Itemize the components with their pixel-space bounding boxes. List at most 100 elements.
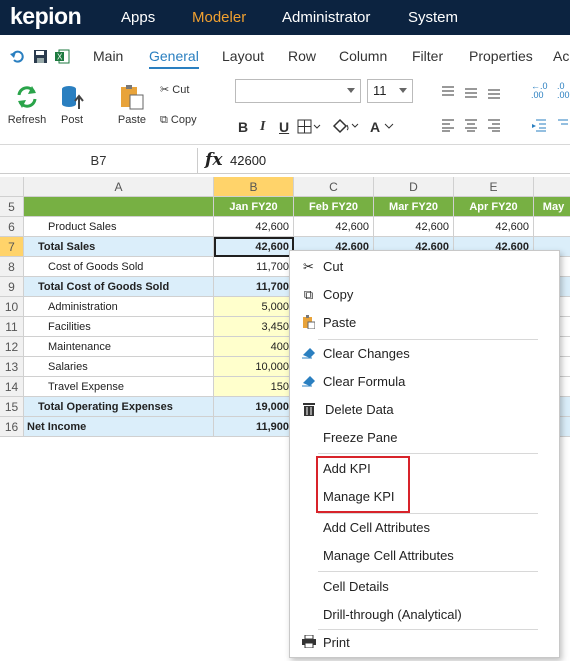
row-header[interactable]: 9 — [0, 277, 24, 297]
data-cell[interactable] — [534, 217, 570, 237]
font-name-select[interactable] — [235, 79, 361, 103]
row-label[interactable]: Cost of Goods Sold — [24, 257, 214, 277]
row-header[interactable]: 6 — [0, 217, 24, 237]
row-label[interactable]: Product Sales — [24, 217, 214, 237]
column-header[interactable]: D — [374, 177, 454, 197]
row-label[interactable]: Net Income — [24, 417, 214, 437]
period-header-cell[interactable]: May — [534, 197, 570, 217]
period-header-cell[interactable]: Apr FY20 — [454, 197, 534, 217]
horizontal-align-icons[interactable] — [440, 118, 520, 132]
select-all-corner[interactable] — [0, 177, 24, 197]
period-header-cell[interactable]: Jan FY20 — [214, 197, 294, 217]
menu-divider — [318, 571, 538, 572]
data-cell[interactable]: 42,600 — [294, 217, 374, 237]
save-icon[interactable] — [33, 49, 48, 64]
menu-item-delete-data[interactable]: Delete Data — [290, 397, 559, 423]
menu-item-cell-details[interactable]: Cell Details — [290, 574, 559, 600]
data-cell[interactable]: 150 — [214, 377, 294, 397]
column-header[interactable]: A — [24, 177, 214, 197]
tab-column[interactable]: Column — [339, 48, 387, 64]
row-header[interactable]: 13 — [0, 357, 24, 377]
row-label[interactable]: Facilities — [24, 317, 214, 337]
menu-item-print[interactable]: Print — [290, 630, 559, 656]
menu-item-manage-cell-attributes[interactable]: Manage Cell Attributes — [290, 543, 559, 569]
tab-layout[interactable]: Layout — [222, 48, 264, 64]
data-cell[interactable]: 42,600 — [374, 217, 454, 237]
nav-modeler[interactable]: Modeler — [192, 9, 246, 26]
menu-item-copy[interactable]: ⧉ Copy — [290, 282, 559, 308]
column-header[interactable]: E — [454, 177, 534, 197]
increase-decimal-button[interactable]: ←.0.00 — [531, 82, 548, 100]
nav-system[interactable]: System — [408, 9, 458, 26]
row-header[interactable]: 11 — [0, 317, 24, 337]
refresh-button[interactable]: Refresh — [6, 83, 48, 126]
cut-button[interactable]: ✂ Cut — [160, 83, 189, 96]
menu-item-freeze-pane[interactable]: Freeze Pane — [290, 425, 559, 451]
row-label[interactable]: Total Cost of Goods Sold — [24, 277, 214, 297]
tab-row[interactable]: Row — [288, 48, 316, 64]
paste-button[interactable]: Paste — [115, 83, 149, 126]
copy-button[interactable]: ⧉ Copy — [160, 114, 197, 127]
data-cell[interactable]: 5,000 — [214, 297, 294, 317]
row-header[interactable]: 12 — [0, 337, 24, 357]
data-cell[interactable]: 19,000 — [214, 397, 294, 417]
italic-button[interactable]: I — [260, 119, 265, 135]
nav-administrator[interactable]: Administrator — [282, 9, 370, 26]
tab-properties[interactable]: Properties — [469, 48, 533, 64]
chevron-down-icon[interactable] — [384, 122, 394, 130]
excel-icon[interactable]: X — [55, 49, 70, 64]
row-label[interactable]: Maintenance — [24, 337, 214, 357]
data-cell[interactable]: 11,700 — [214, 277, 294, 297]
menu-item-cut[interactable]: ✂ Cut — [290, 254, 559, 280]
bold-button[interactable]: B — [238, 119, 248, 135]
indent-icons[interactable] — [531, 118, 570, 132]
menu-item-paste[interactable]: Paste — [290, 310, 559, 336]
decrease-decimal-button[interactable]: .0.00 — [557, 82, 570, 100]
data-cell[interactable]: 400 — [214, 337, 294, 357]
font-color-button[interactable]: A — [370, 119, 380, 135]
nav-apps[interactable]: Apps — [121, 9, 155, 26]
row-header[interactable]: 14 — [0, 377, 24, 397]
period-header-cell[interactable]: Feb FY20 — [294, 197, 374, 217]
tab-general[interactable]: General — [149, 48, 199, 69]
column-header[interactable] — [534, 177, 570, 197]
period-header-cell[interactable]: Mar FY20 — [374, 197, 454, 217]
menu-item-clear-changes[interactable]: Clear Changes — [290, 341, 559, 367]
tab-filter[interactable]: Filter — [412, 48, 443, 64]
row-label[interactable] — [24, 197, 214, 217]
tab-main[interactable]: Main — [93, 48, 123, 64]
data-cell[interactable]: 42,600 — [214, 217, 294, 237]
row-label[interactable]: Total Operating Expenses — [24, 397, 214, 417]
row-header[interactable]: 10 — [0, 297, 24, 317]
data-cell[interactable]: 11,900 — [214, 417, 294, 437]
data-cell[interactable]: 42,600 — [454, 217, 534, 237]
data-cell[interactable]: 10,000 — [214, 357, 294, 377]
fill-color-icon[interactable] — [330, 117, 360, 135]
borders-icon[interactable] — [297, 119, 323, 135]
row-label[interactable]: Administration — [24, 297, 214, 317]
post-button[interactable]: Post — [56, 83, 88, 126]
menu-item-drill-through[interactable]: Drill-through (Analytical) — [290, 602, 559, 628]
row-header[interactable]: 8 — [0, 257, 24, 277]
row-label[interactable]: Salaries — [24, 357, 214, 377]
vertical-align-icons[interactable] — [440, 85, 520, 99]
name-box[interactable]: B7 — [0, 148, 198, 174]
column-header[interactable]: B — [214, 177, 294, 197]
underline-button[interactable]: U — [279, 119, 289, 135]
data-cell[interactable]: 3,450 — [214, 317, 294, 337]
row-label[interactable]: Total Sales — [24, 237, 214, 257]
tab-more[interactable]: Ac — [553, 48, 569, 64]
undo-icon[interactable] — [10, 49, 25, 64]
row-header[interactable]: 5 — [0, 197, 24, 217]
data-cell[interactable]: 42,600 — [214, 237, 294, 257]
formula-input[interactable]: 42600 — [230, 148, 266, 174]
column-header[interactable]: C — [294, 177, 374, 197]
menu-item-clear-formula[interactable]: Clear Formula — [290, 369, 559, 395]
row-header[interactable]: 15 — [0, 397, 24, 417]
row-header[interactable]: 7 — [0, 237, 24, 257]
row-label[interactable]: Travel Expense — [24, 377, 214, 397]
row-header[interactable]: 16 — [0, 417, 24, 437]
menu-item-add-cell-attributes[interactable]: Add Cell Attributes — [290, 515, 559, 541]
font-size-select[interactable]: 11 — [367, 79, 413, 103]
data-cell[interactable]: 11,700 — [214, 257, 294, 277]
